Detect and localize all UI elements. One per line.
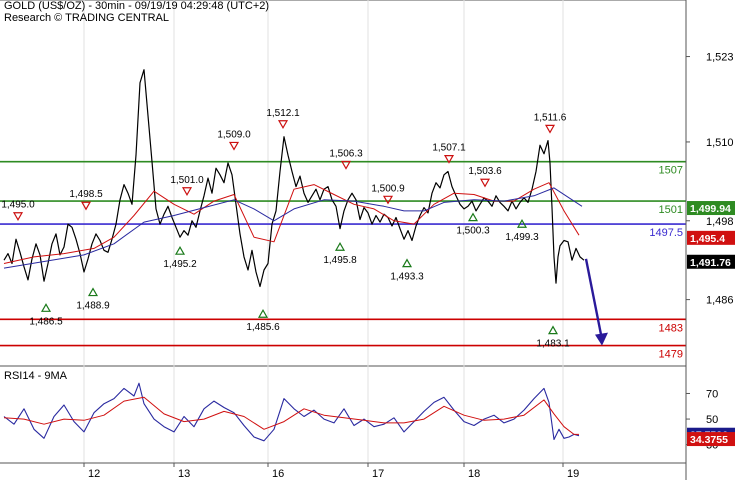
swing-high-marker xyxy=(80,201,92,211)
price-panel: 1507 1501 1497.5 1483 1479 1,495.0 1,498.5 1,5… xyxy=(0,0,686,463)
swing-high-marker xyxy=(12,212,24,221)
swing-high-label: 1,509.0 xyxy=(217,129,251,140)
y-tick-label: 1,498 xyxy=(706,216,734,228)
swing-low-label: 1,486.5 xyxy=(29,316,63,327)
level-label: 1507 xyxy=(659,165,683,177)
rsi-series: RSI14 - 9MA xyxy=(3,370,580,442)
x-tick-label: 16 xyxy=(272,468,284,480)
price-series xyxy=(3,69,585,288)
level-label: 1501 xyxy=(659,204,683,216)
price-tags: 1,499.941,495.41,491.7637.753634.3755 xyxy=(687,201,735,447)
x-tick-label: 13 xyxy=(178,468,190,480)
swing-low-marker xyxy=(467,212,479,222)
swing-high-marker xyxy=(228,141,240,151)
swing-high-marker xyxy=(181,187,193,196)
swing-low-label: 1,500.3 xyxy=(456,226,490,237)
price-tag-label: 1,491.76 xyxy=(690,257,731,269)
rsi-y-tick-label: 70 xyxy=(706,388,718,400)
swing-high-label: 1,500.9 xyxy=(371,183,405,194)
swing-low-label: 1,488.9 xyxy=(76,301,110,312)
swing-high-label: 1,506.3 xyxy=(329,149,363,160)
x-tick-label: 18 xyxy=(468,468,480,480)
trading-chart: 1507 1501 1497.5 1483 1479 1,495.0 1,498.5 1,5… xyxy=(0,0,735,480)
swing-low-label: 1,495.8 xyxy=(323,255,357,266)
swing-low-label: 1,493.3 xyxy=(390,272,424,283)
chart-title: GOLD (US$/OZ) - 30min - 09/19/19 04:29:4… xyxy=(4,0,270,12)
forecast-arrow-shaft xyxy=(584,258,604,340)
rsi-title: RSI14 - 9MA xyxy=(4,370,68,382)
swing-high-marker xyxy=(340,160,352,170)
y-ticks: 1,5231,5101,4981,486705030 xyxy=(686,52,734,452)
level-label: 1497.5 xyxy=(649,227,683,239)
level-label: 1483 xyxy=(659,322,683,334)
swing-low-marker xyxy=(257,309,269,318)
swing-low-label: 1,483.1 xyxy=(536,339,570,350)
swing-high-label: 1,507.1 xyxy=(432,143,466,154)
price-tag-label: 1,499.94 xyxy=(690,203,731,215)
x-tick-label: 19 xyxy=(567,468,579,480)
swing-high-label: 1,498.5 xyxy=(69,189,103,200)
price-tag-label: 1,495.4 xyxy=(690,233,725,245)
swing-low-marker xyxy=(87,287,99,297)
swing-low-marker xyxy=(547,325,559,335)
price-tag-label: 34.3755 xyxy=(690,434,728,446)
swing-high-label: 1,512.1 xyxy=(266,108,300,119)
swing-low-marker xyxy=(334,242,346,251)
swing-high-marker xyxy=(382,195,394,205)
swing-low-label: 1,485.6 xyxy=(246,322,280,333)
x-tick-label: 12 xyxy=(88,468,100,480)
swing-low-label: 1,499.3 xyxy=(505,232,539,243)
swing-high-label: 1,495.0 xyxy=(1,200,35,211)
level-label: 1479 xyxy=(659,349,683,361)
chart-source: Research © TRADING CENTRAL xyxy=(4,12,169,24)
swing-high-label: 1,503.6 xyxy=(468,166,502,177)
rsi-panel: RSI14 - 9MA xyxy=(3,370,580,442)
x-ticks: 12 13 16 17 18 19 xyxy=(83,463,579,480)
swing-low-marker xyxy=(174,245,186,255)
x-grid xyxy=(83,0,564,463)
swing-high-marker xyxy=(544,124,556,134)
y-tick-label: 1,523 xyxy=(706,52,734,64)
swing-high-label: 1,511.6 xyxy=(534,112,567,123)
swing-high-marker xyxy=(277,120,289,129)
forecast-arrow-head xyxy=(595,332,608,346)
swing-high-label: 1,501.0 xyxy=(170,175,204,186)
swing-low-marker xyxy=(40,303,52,312)
y-tick-label: 1,510 xyxy=(706,137,734,149)
series-line-close xyxy=(3,69,585,288)
swing-low-label: 1,495.2 xyxy=(163,259,197,270)
forecast-arrow-group xyxy=(584,258,608,346)
swing-low-marker xyxy=(401,258,413,268)
rsi-line-rsi_line xyxy=(3,382,580,442)
swing-high-marker xyxy=(479,178,491,188)
rsi-y-tick-label: 50 xyxy=(706,414,718,426)
x-tick-label: 17 xyxy=(372,468,384,480)
y-tick-label: 1,486 xyxy=(706,295,734,307)
